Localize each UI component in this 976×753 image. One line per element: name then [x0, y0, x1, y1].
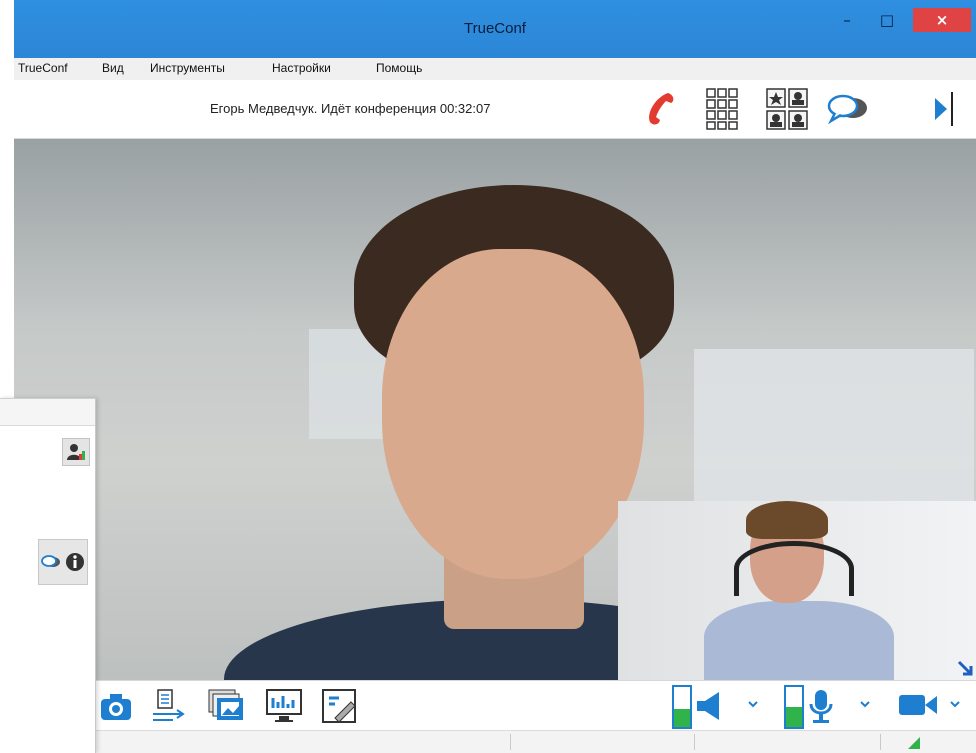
menu-help[interactable]: Помощь: [376, 61, 422, 75]
screen-share-icon[interactable]: [264, 687, 304, 725]
headset: [734, 541, 854, 596]
expand-right-icon[interactable]: [928, 90, 958, 128]
video-camera-icon[interactable]: [896, 691, 940, 719]
status-bar: [14, 730, 976, 753]
self-view-video[interactable]: [618, 501, 976, 680]
hangup-phone-icon[interactable]: [636, 88, 680, 130]
minimize-button[interactable]: –: [832, 8, 862, 32]
menu-tools[interactable]: Инструменты: [150, 61, 225, 75]
whiteboard-icon[interactable]: [320, 687, 360, 725]
signal-strength-icon: [906, 735, 922, 751]
user-status-icon[interactable]: [62, 438, 90, 466]
menu-settings[interactable]: Настройки: [272, 61, 331, 75]
contact-actions: [38, 539, 88, 585]
speaker-icon[interactable]: [694, 689, 726, 723]
title-bar[interactable]: TrueConf – □ ×: [14, 0, 976, 58]
self-participant-body: [704, 601, 894, 680]
microphone-level-meter: [784, 685, 804, 729]
dialpad-icon[interactable]: [704, 86, 740, 132]
chat-bubbles-icon[interactable]: [826, 92, 870, 126]
resize-corner-icon[interactable]: [956, 659, 974, 677]
status-divider: [880, 734, 881, 750]
conference-status: Егорь Медведчук. Идёт конференция 00:32:…: [210, 101, 491, 116]
layout-grid-icon[interactable]: [764, 86, 810, 132]
slideshow-icon[interactable]: [206, 687, 246, 725]
background-poster: [694, 349, 974, 509]
speaker-level-meter: [672, 685, 692, 729]
status-divider: [510, 734, 511, 750]
menu-view[interactable]: Вид: [102, 61, 124, 75]
contacts-header: [0, 399, 95, 425]
close-button[interactable]: ×: [913, 8, 971, 32]
chevron-down-icon[interactable]: [948, 697, 962, 711]
info-icon[interactable]: [63, 540, 87, 584]
media-toolbar: [14, 680, 976, 731]
file-transfer-icon[interactable]: [148, 687, 188, 725]
remote-video: [14, 139, 976, 680]
chevron-down-icon[interactable]: [858, 697, 872, 711]
remote-participant-face: [382, 249, 644, 579]
status-divider: [694, 734, 695, 750]
menu-bar: TrueConf Вид Инструменты Настройки Помощ…: [14, 58, 976, 80]
menu-trueconf[interactable]: TrueConf: [18, 61, 68, 75]
self-participant-hair: [746, 501, 828, 539]
camera-snapshot-icon[interactable]: [98, 691, 134, 723]
maximize-button[interactable]: □: [872, 8, 902, 32]
contacts-window: [0, 398, 96, 753]
chevron-down-icon[interactable]: [746, 697, 760, 711]
call-toolbar: Егорь Медведчук. Идёт конференция 00:32:…: [14, 80, 976, 139]
trueconf-window: TrueConf – □ × TrueConf Вид Инструменты …: [14, 0, 976, 753]
contacts-list: [0, 478, 95, 753]
chat-icon[interactable]: [39, 540, 63, 584]
contacts-toolbar: [0, 425, 95, 479]
microphone-icon[interactable]: [806, 687, 836, 725]
